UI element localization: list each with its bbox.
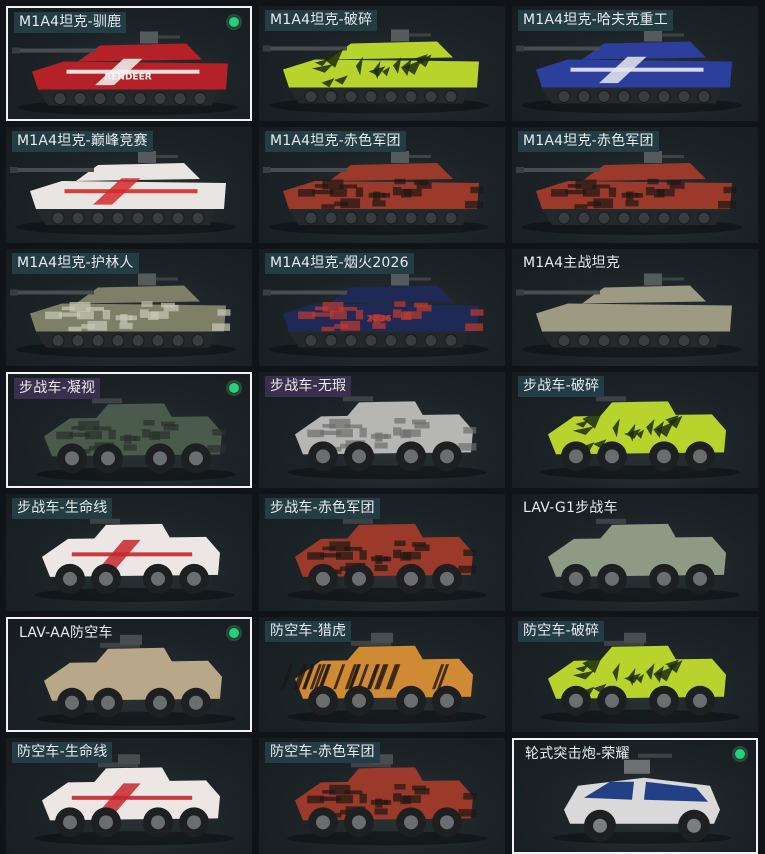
skin-name-label: M1A4坦克-驯鹿: [14, 12, 127, 33]
vehicle-skin-card[interactable]: 防空车-赤色军团: [259, 738, 505, 854]
skin-name-label: M1A4坦克-赤色军团: [518, 131, 659, 152]
vehicle-model: [540, 632, 740, 724]
vehicle-model: [516, 273, 742, 358]
vehicle-model: [280, 632, 487, 724]
vehicle-skin-card[interactable]: 防空车-生命线: [6, 738, 252, 854]
vehicle-model: [287, 754, 487, 846]
skin-name-label: M1A4坦克-护林人: [12, 253, 139, 274]
vehicle-model: [552, 753, 732, 844]
vehicle-skin-card[interactable]: M1A4坦克-赤色军团: [512, 127, 758, 243]
skin-name-label: 步战车-无瑕: [265, 376, 352, 397]
skin-name-label: 防空车-破碎: [518, 621, 605, 642]
equipped-indicator-icon: [226, 14, 242, 30]
vehicle-skin-card[interactable]: LAV-AA防空车: [6, 617, 252, 732]
vehicle-skin-card[interactable]: 步战车-无瑕: [259, 372, 505, 488]
equipped-indicator-icon: [732, 746, 748, 762]
vehicle-model: [287, 396, 487, 480]
vehicle-skin-card[interactable]: 步战车-凝视: [6, 372, 252, 488]
skin-name-label: 步战车-破碎: [518, 376, 605, 397]
skin-name-label: M1A4坦克-烟火2026: [265, 253, 414, 274]
vehicle-model: [34, 518, 234, 602]
vehicle-model: [287, 518, 487, 602]
vehicle-skin-card[interactable]: 步战车-破碎: [512, 372, 758, 488]
skin-name-label: M1A4主战坦克: [523, 255, 621, 271]
vehicle-model: [10, 273, 236, 358]
vehicle-model: [10, 151, 236, 235]
vehicle-model: [516, 29, 742, 114]
vehicle-skin-card[interactable]: 步战车-生命线: [6, 494, 252, 611]
vehicle-skin-card[interactable]: 防空车-猎虎: [259, 617, 505, 732]
skin-name-label: M1A4坦克-赤色军团: [265, 131, 406, 152]
vehicle-skin-card[interactable]: 2026 M1A4坦克-烟火2026: [259, 249, 505, 366]
vehicle-skin-card[interactable]: 防空车-破碎: [512, 617, 758, 732]
equipped-indicator-icon: [226, 625, 242, 641]
skin-name-label: 步战车-凝视: [14, 378, 101, 399]
skin-grid: RENDEER M1A4坦克-驯鹿 M1A4坦克-破碎 M1A4坦克-哈夫克重工 M1A…: [0, 0, 765, 854]
vehicle-skin-card[interactable]: 轮式突击炮-荣耀: [512, 738, 758, 854]
vehicle-model: RENDEER: [12, 31, 238, 116]
vehicle-skin-card[interactable]: LAV-G1步战车: [512, 494, 758, 611]
vehicle-skin-card[interactable]: M1A4坦克-赤色军团: [259, 127, 505, 243]
skin-name-label: 防空车-赤色军团: [265, 742, 380, 763]
skin-name-label: 防空车-生命线: [12, 742, 113, 763]
skin-name-label: 防空车-猎虎: [265, 621, 352, 642]
vehicle-model: [540, 396, 740, 480]
vehicle-skin-card[interactable]: M1A4坦克-巅峰竞赛: [6, 127, 252, 243]
vehicle-model: [263, 29, 489, 114]
vehicle-model: 2026: [263, 273, 489, 358]
decal-text: RENDEER: [104, 73, 151, 83]
skin-name-label: 轮式突击炮-荣耀: [525, 746, 630, 762]
vehicle-model: [263, 151, 489, 235]
skin-name-label: 步战车-赤色军团: [265, 498, 380, 519]
decal-text: 2026: [366, 315, 391, 325]
skin-name-label: LAV-AA防空车: [19, 625, 113, 641]
vehicle-skin-card[interactable]: M1A4主战坦克: [512, 249, 758, 366]
vehicle-model: [516, 151, 742, 235]
vehicle-model: [36, 398, 236, 482]
equipped-indicator-icon: [226, 380, 242, 396]
vehicle-skin-card[interactable]: M1A4坦克-哈夫克重工: [512, 6, 758, 121]
vehicle-skin-card[interactable]: RENDEER M1A4坦克-驯鹿: [6, 6, 252, 121]
skin-name-label: LAV-G1步战车: [523, 500, 618, 516]
skin-name-label: 步战车-生命线: [12, 498, 113, 519]
vehicle-model: [540, 518, 740, 602]
vehicle-skin-card[interactable]: M1A4坦克-护林人: [6, 249, 252, 366]
vehicle-model: [36, 634, 236, 726]
vehicle-model: [34, 754, 234, 846]
vehicle-skin-card[interactable]: 步战车-赤色军团: [259, 494, 505, 611]
skin-name-label: M1A4坦克-破碎: [265, 10, 378, 31]
skin-name-label: M1A4坦克-哈夫克重工: [518, 10, 673, 31]
skin-name-label: M1A4坦克-巅峰竞赛: [12, 131, 153, 152]
vehicle-skin-card[interactable]: M1A4坦克-破碎: [259, 6, 505, 121]
